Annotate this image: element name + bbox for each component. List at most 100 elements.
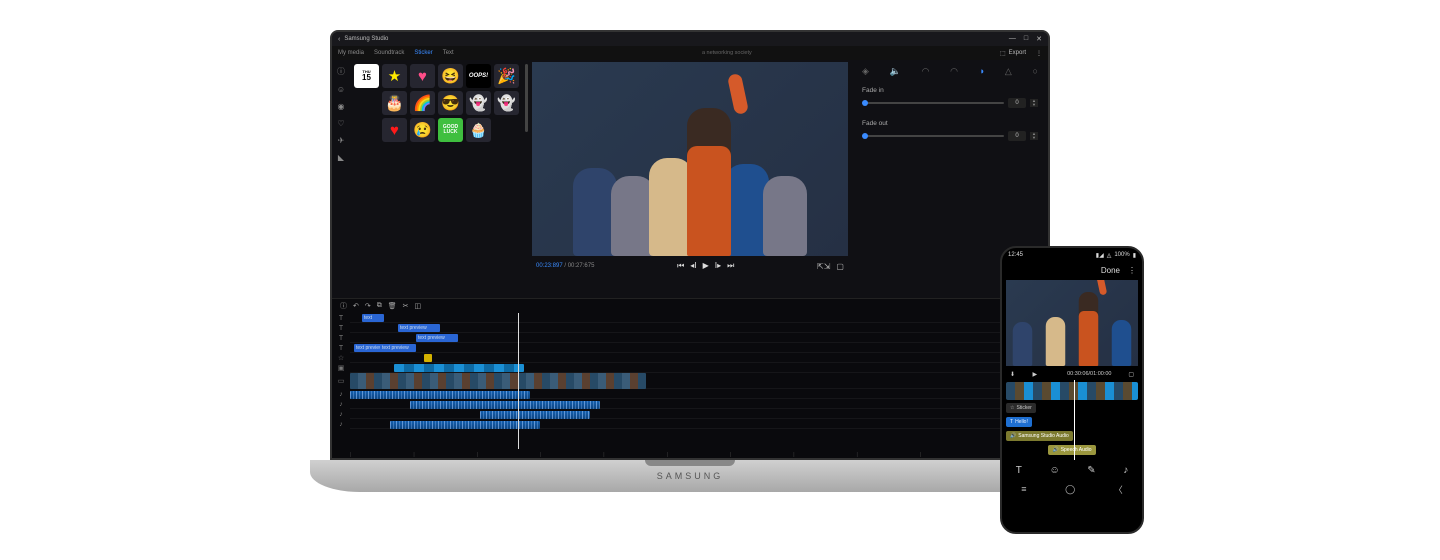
info-icon[interactable]: ⓘ <box>337 66 345 77</box>
pointer-icon[interactable]: ◣ <box>338 153 344 162</box>
tl-tool-info-icon[interactable]: ⓘ <box>338 301 349 311</box>
window-close-icon[interactable]: ✕ <box>1036 35 1042 43</box>
phone-play-icon[interactable]: ▶ <box>1033 371 1038 378</box>
audio-clip[interactable] <box>480 411 590 419</box>
inspector-tab-crop-icon[interactable]: ◈ <box>862 66 869 77</box>
skip-start-icon[interactable]: ⏮ <box>677 261 684 271</box>
phone-tool-draw-icon[interactable]: ✎ <box>1087 465 1095 476</box>
play-icon[interactable]: ▶ <box>703 261 709 271</box>
step-back-icon[interactable]: ◂Ⅰ <box>690 261 696 271</box>
overlay-video-clip[interactable] <box>394 364 524 372</box>
tab-sticker[interactable]: Sticker <box>414 50 432 56</box>
phone-nav-back-icon[interactable]: 〈 <box>1114 483 1123 496</box>
text-clip[interactable]: text preview <box>380 344 416 352</box>
skip-end-icon[interactable]: ⏭ <box>727 261 734 271</box>
inspector-tab-color-icon[interactable]: △ <box>1005 66 1012 77</box>
phone-video-track[interactable] <box>1006 382 1138 400</box>
inspector-tab-opacity-icon[interactable]: ◑ <box>979 66 984 77</box>
fade-out-value[interactable]: 0 <box>1008 131 1026 141</box>
phone-aspect-icon[interactable]: ▢ <box>1128 371 1134 378</box>
track-header-icon[interactable]: ♪ <box>332 421 350 428</box>
back-icon[interactable]: ‹ <box>338 36 340 43</box>
cake-sticker[interactable]: 🎂 <box>382 91 407 115</box>
track-header-icon[interactable]: ♪ <box>332 401 350 408</box>
tl-tool-copy-icon[interactable]: ⧉ <box>375 302 384 310</box>
sunglasses-sticker[interactable]: 😎 <box>438 91 463 115</box>
oops-sticker[interactable]: OOPS! <box>466 64 491 88</box>
avatar-icon[interactable]: ◉ <box>338 102 345 111</box>
inspector-tab-filter-icon[interactable]: ○ <box>1033 66 1038 77</box>
track-header-icon[interactable]: ▣ <box>332 364 350 372</box>
text-clip[interactable]: text preview <box>416 334 458 342</box>
tl-tool-redo-icon[interactable]: ↷ <box>363 302 373 310</box>
heart-red-sticker[interactable]: ♥ <box>382 118 407 142</box>
inspector-tab-speed2-icon[interactable]: ◠ <box>950 66 958 77</box>
smiley-icon[interactable]: ☺ <box>337 85 345 94</box>
tl-tool-delete-icon[interactable]: 🗑 <box>386 302 399 310</box>
ghost2-sticker[interactable]: 👻 <box>494 91 519 115</box>
phone-tool-sticker-icon[interactable]: ☺ <box>1049 465 1059 476</box>
star-sticker[interactable]: ★ <box>382 64 407 88</box>
text-clip[interactable]: text preview <box>362 314 384 322</box>
tab-my-media[interactable]: My media <box>338 50 364 56</box>
rainbow-sticker[interactable]: 🌈 <box>410 91 435 115</box>
track-header-icon[interactable]: ☆ <box>332 354 350 362</box>
text-clip[interactable]: text preview <box>398 324 440 332</box>
phone-tool-audio-icon[interactable]: ♪ <box>1123 465 1128 476</box>
export-button[interactable]: ⬚ Export <box>1000 50 1026 57</box>
timeline-ruler[interactable]: |||||||||| <box>332 449 1048 460</box>
fade-in-spin-down[interactable]: ▼ <box>1030 103 1038 107</box>
phone-more-icon[interactable]: ⋮ <box>1128 266 1136 275</box>
sticker-clip[interactable] <box>424 354 432 362</box>
track-header-icon[interactable]: ♪ <box>332 411 350 418</box>
tab-text[interactable]: Text <box>443 50 454 56</box>
good-luck-sticker[interactable]: GOOD LUCK <box>438 118 463 142</box>
audio-clip[interactable] <box>410 401 600 409</box>
confetti-sticker[interactable]: 🎉 <box>494 64 519 88</box>
track-header-icon[interactable]: T <box>332 335 350 342</box>
video-clip[interactable] <box>350 373 646 389</box>
track-header-icon[interactable]: T <box>332 315 350 322</box>
plane-icon[interactable]: ✈ <box>338 136 345 145</box>
heart-pink-sticker[interactable]: ♥ <box>410 64 435 88</box>
track-header-icon[interactable]: T <box>332 345 350 352</box>
phone-chip-sticker[interactable]: ☆ Sticker <box>1006 403 1036 413</box>
phone-nav-recents-icon[interactable]: ≡ <box>1021 484 1026 494</box>
phone-chip-speech-audio[interactable]: 🔊 Speech Audio <box>1048 445 1095 455</box>
phone-playhead[interactable] <box>1074 380 1075 460</box>
phone-nav-home-icon[interactable]: ◯ <box>1065 484 1075 495</box>
window-maximize-icon[interactable]: □ <box>1024 35 1028 43</box>
cupcake-sticker[interactable]: 🧁 <box>466 118 491 142</box>
phone-chip-hello[interactable]: T Hello! <box>1006 417 1032 427</box>
calendar-sticker[interactable]: THU15 <box>354 64 379 88</box>
phone-tool-text-icon[interactable]: T <box>1016 465 1022 476</box>
tl-tool-split-icon[interactable]: ✂ <box>401 302 411 310</box>
ghost-sticker[interactable]: 👻 <box>466 91 491 115</box>
sad-sticker[interactable]: 😢 <box>410 118 435 142</box>
track-header-icon[interactable]: ♪ <box>332 391 350 398</box>
titlebar-more-icon[interactable]: ⋮ <box>1036 50 1042 57</box>
fullscreen-icon[interactable]: ▢ <box>836 262 844 271</box>
audio-clip[interactable] <box>350 391 530 399</box>
track-header-icon[interactable]: ▭ <box>332 377 350 385</box>
phone-chip-studio-audio[interactable]: 🔊 Samsung Studio Audio <box>1006 431 1073 441</box>
phone-done-button[interactable]: Done <box>1101 266 1120 275</box>
tab-soundtrack[interactable]: Soundtrack <box>374 50 404 56</box>
fade-out-spin-down[interactable]: ▼ <box>1030 136 1038 140</box>
fade-in-value[interactable]: 0 <box>1008 98 1026 108</box>
safe-zone-icon[interactable]: ⇱⇲ <box>817 262 830 271</box>
phone-download-icon[interactable]: ⬇ <box>1010 371 1015 378</box>
inspector-tab-speed-icon[interactable]: ◠ <box>922 66 930 77</box>
laughing-sticker[interactable]: 😆 <box>438 64 463 88</box>
inspector-tab-volume-icon[interactable]: 🔈 <box>890 66 901 77</box>
step-forward-icon[interactable]: Ⅰ▸ <box>715 261 721 271</box>
tl-tool-undo-icon[interactable]: ↶ <box>351 302 361 310</box>
window-minimize-icon[interactable]: — <box>1009 35 1016 43</box>
fade-in-slider[interactable] <box>862 102 1004 104</box>
timeline-playhead[interactable] <box>518 313 519 449</box>
tl-tool-crop-icon[interactable]: ◫ <box>413 302 424 310</box>
heart-icon[interactable]: ♡ <box>337 119 344 128</box>
track-header-icon[interactable]: T <box>332 325 350 332</box>
sticker-scrollbar[interactable] <box>525 64 528 132</box>
fade-out-slider[interactable] <box>862 135 1004 137</box>
